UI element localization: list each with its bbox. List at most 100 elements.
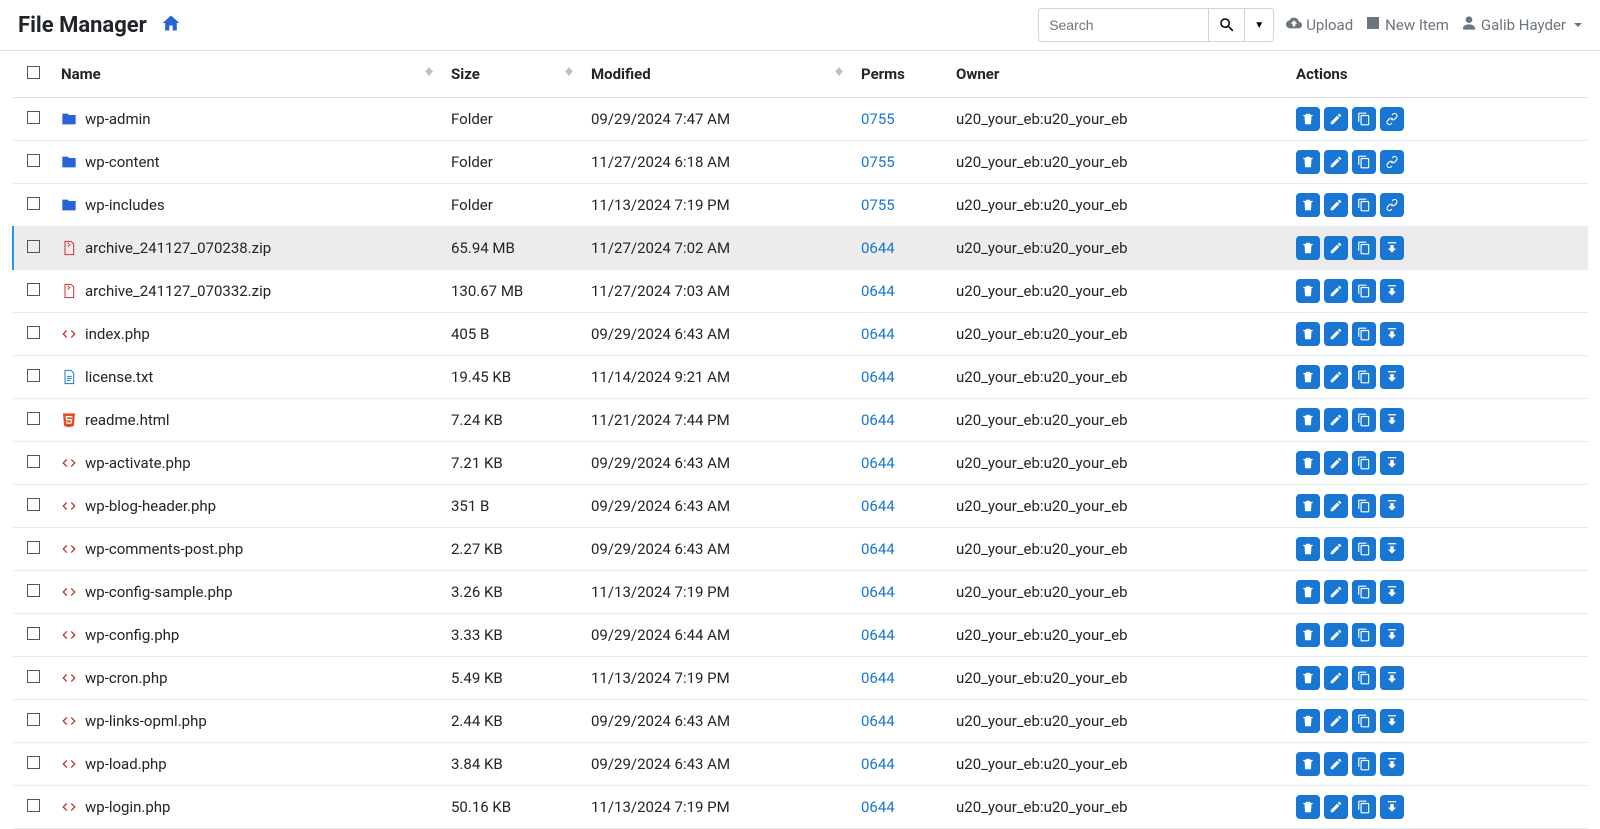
row-checkbox[interactable] bbox=[27, 498, 40, 511]
row-checkbox[interactable] bbox=[27, 154, 40, 167]
delete-button[interactable] bbox=[1296, 709, 1320, 733]
col-size[interactable]: Size bbox=[443, 51, 583, 98]
download-button[interactable] bbox=[1380, 322, 1404, 346]
file-perms[interactable]: 0644 bbox=[861, 368, 895, 386]
download-button[interactable] bbox=[1380, 537, 1404, 561]
download-button[interactable] bbox=[1380, 709, 1404, 733]
edit-button[interactable] bbox=[1324, 279, 1348, 303]
row-checkbox[interactable] bbox=[27, 111, 40, 124]
row-checkbox[interactable] bbox=[27, 799, 40, 812]
file-perms[interactable]: 0644 bbox=[861, 325, 895, 343]
file-perms[interactable]: 0755 bbox=[861, 196, 895, 214]
copy-button[interactable] bbox=[1352, 709, 1376, 733]
copy-button[interactable] bbox=[1352, 494, 1376, 518]
edit-button[interactable] bbox=[1324, 666, 1348, 690]
table-row[interactable]: readme.html7.24 KB11/21/2024 7:44 PM0644… bbox=[13, 399, 1588, 442]
delete-button[interactable] bbox=[1296, 365, 1320, 389]
download-button[interactable] bbox=[1380, 623, 1404, 647]
edit-button[interactable] bbox=[1324, 709, 1348, 733]
row-checkbox[interactable] bbox=[27, 627, 40, 640]
col-modified[interactable]: Modified bbox=[583, 51, 853, 98]
table-row[interactable]: wp-config.php3.33 KB09/29/2024 6:44 AM06… bbox=[13, 614, 1588, 657]
delete-button[interactable] bbox=[1296, 537, 1320, 561]
file-name[interactable]: wp-load.php bbox=[85, 755, 167, 773]
table-row[interactable]: wp-load.php3.84 KB09/29/2024 6:43 AM0644… bbox=[13, 743, 1588, 786]
edit-button[interactable] bbox=[1324, 752, 1348, 776]
file-name[interactable]: wp-includes bbox=[85, 196, 165, 214]
row-checkbox[interactable] bbox=[27, 369, 40, 382]
delete-button[interactable] bbox=[1296, 795, 1320, 819]
file-name[interactable]: wp-cron.php bbox=[85, 669, 168, 687]
link-button[interactable] bbox=[1380, 107, 1404, 131]
file-perms[interactable]: 0644 bbox=[861, 239, 895, 257]
new-item-button[interactable]: New Item bbox=[1365, 15, 1449, 35]
edit-button[interactable] bbox=[1324, 623, 1348, 647]
delete-button[interactable] bbox=[1296, 107, 1320, 131]
download-button[interactable] bbox=[1380, 365, 1404, 389]
link-button[interactable] bbox=[1380, 193, 1404, 217]
file-perms[interactable]: 0644 bbox=[861, 282, 895, 300]
row-checkbox[interactable] bbox=[27, 713, 40, 726]
copy-button[interactable] bbox=[1352, 279, 1376, 303]
download-button[interactable] bbox=[1380, 494, 1404, 518]
copy-button[interactable] bbox=[1352, 752, 1376, 776]
table-row[interactable]: wp-includesFolder11/13/2024 7:19 PM0755u… bbox=[13, 184, 1588, 227]
table-row[interactable]: wp-cron.php5.49 KB11/13/2024 7:19 PM0644… bbox=[13, 657, 1588, 700]
table-row[interactable]: wp-links-opml.php2.44 KB09/29/2024 6:43 … bbox=[13, 700, 1588, 743]
copy-button[interactable] bbox=[1352, 623, 1376, 647]
copy-button[interactable] bbox=[1352, 107, 1376, 131]
file-name[interactable]: wp-login.php bbox=[85, 798, 170, 816]
row-checkbox[interactable] bbox=[27, 326, 40, 339]
download-button[interactable] bbox=[1380, 795, 1404, 819]
file-name[interactable]: wp-blog-header.php bbox=[85, 497, 216, 515]
edit-button[interactable] bbox=[1324, 408, 1348, 432]
file-name[interactable]: wp-content bbox=[85, 153, 160, 171]
table-row[interactable]: archive_241127_070238.zip65.94 MB11/27/2… bbox=[13, 227, 1588, 270]
delete-button[interactable] bbox=[1296, 408, 1320, 432]
file-name[interactable]: wp-links-opml.php bbox=[85, 712, 207, 730]
delete-button[interactable] bbox=[1296, 494, 1320, 518]
search-dropdown[interactable]: ▼ bbox=[1244, 8, 1274, 42]
table-row[interactable]: license.txt19.45 KB11/14/2024 9:21 AM064… bbox=[13, 356, 1588, 399]
table-row[interactable]: wp-config-sample.php3.26 KB11/13/2024 7:… bbox=[13, 571, 1588, 614]
search-input[interactable] bbox=[1038, 8, 1208, 42]
delete-button[interactable] bbox=[1296, 279, 1320, 303]
search-button[interactable] bbox=[1208, 8, 1244, 42]
copy-button[interactable] bbox=[1352, 408, 1376, 432]
table-row[interactable]: wp-adminFolder09/29/2024 7:47 AM0755u20_… bbox=[13, 98, 1588, 141]
file-name[interactable]: wp-activate.php bbox=[85, 454, 191, 472]
delete-button[interactable] bbox=[1296, 236, 1320, 260]
home-icon[interactable] bbox=[161, 13, 181, 38]
copy-button[interactable] bbox=[1352, 666, 1376, 690]
copy-button[interactable] bbox=[1352, 580, 1376, 604]
row-checkbox[interactable] bbox=[27, 756, 40, 769]
file-perms[interactable]: 0644 bbox=[861, 712, 895, 730]
file-name[interactable]: wp-comments-post.php bbox=[85, 540, 243, 558]
table-row[interactable]: wp-contentFolder11/27/2024 6:18 AM0755u2… bbox=[13, 141, 1588, 184]
table-row[interactable]: wp-activate.php7.21 KB09/29/2024 6:43 AM… bbox=[13, 442, 1588, 485]
row-checkbox[interactable] bbox=[27, 283, 40, 296]
edit-button[interactable] bbox=[1324, 193, 1348, 217]
table-row[interactable]: wp-comments-post.php2.27 KB09/29/2024 6:… bbox=[13, 528, 1588, 571]
edit-button[interactable] bbox=[1324, 150, 1348, 174]
table-row[interactable]: wp-blog-header.php351 B09/29/2024 6:43 A… bbox=[13, 485, 1588, 528]
col-name[interactable]: Name bbox=[53, 51, 443, 98]
delete-button[interactable] bbox=[1296, 580, 1320, 604]
file-perms[interactable]: 0644 bbox=[861, 411, 895, 429]
file-name[interactable]: archive_241127_070238.zip bbox=[85, 239, 271, 257]
download-button[interactable] bbox=[1380, 451, 1404, 475]
copy-button[interactable] bbox=[1352, 795, 1376, 819]
file-name[interactable]: index.php bbox=[85, 325, 150, 343]
table-row[interactable]: wp-login.php50.16 KB11/13/2024 7:19 PM06… bbox=[13, 786, 1588, 829]
copy-button[interactable] bbox=[1352, 451, 1376, 475]
edit-button[interactable] bbox=[1324, 107, 1348, 131]
upload-button[interactable]: Upload bbox=[1286, 15, 1353, 35]
table-row[interactable]: index.php405 B09/29/2024 6:43 AM0644u20_… bbox=[13, 313, 1588, 356]
file-name[interactable]: wp-admin bbox=[85, 110, 151, 128]
file-perms[interactable]: 0644 bbox=[861, 626, 895, 644]
file-perms[interactable]: 0644 bbox=[861, 454, 895, 472]
edit-button[interactable] bbox=[1324, 451, 1348, 475]
col-perms[interactable]: Perms bbox=[853, 51, 948, 98]
delete-button[interactable] bbox=[1296, 322, 1320, 346]
link-button[interactable] bbox=[1380, 150, 1404, 174]
